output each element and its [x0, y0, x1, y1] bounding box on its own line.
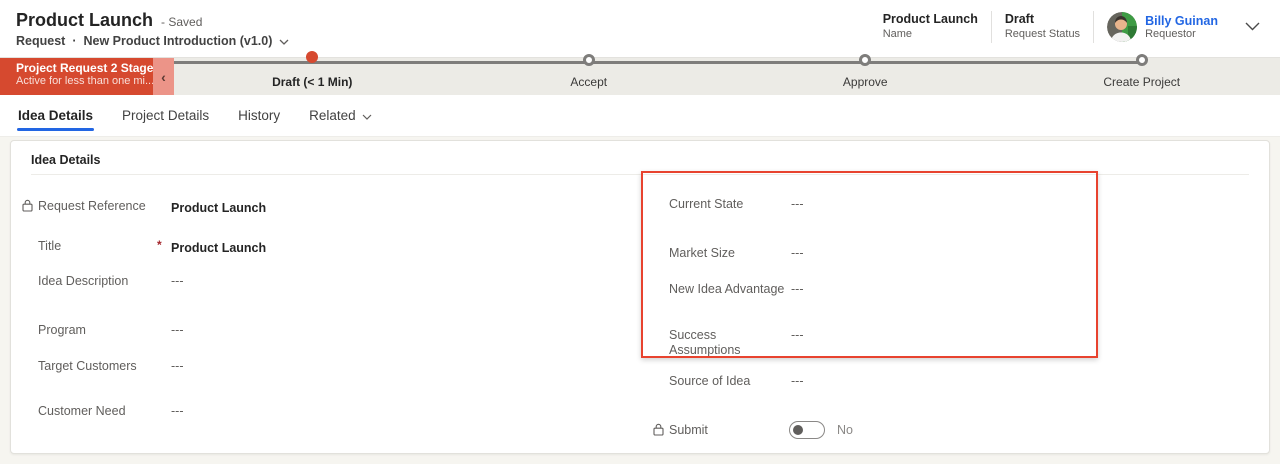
active-stage-duration: Active for less than one mi... [16, 75, 153, 87]
bpf-stage-create-project[interactable]: Create Project [1004, 54, 1280, 95]
bpf-stage-draft[interactable]: Draft (< 1 Min) [174, 51, 451, 95]
requestor-link[interactable]: Billy Guinan [1145, 14, 1218, 28]
submit-toggle[interactable]: No [789, 421, 853, 439]
bpf-track: Draft (< 1 Min) Accept Approve Create Pr… [174, 51, 1280, 95]
toggle-state-label: No [837, 422, 853, 437]
field-value[interactable]: --- [791, 246, 804, 261]
record-header-summary: Product Launch Name Draft Request Status [883, 10, 1264, 43]
lock-icon [653, 423, 664, 440]
business-process-flow: Project Request 2 Stage Active for less … [0, 51, 1280, 95]
field-value[interactable]: --- [171, 359, 184, 374]
required-asterisk: * [157, 238, 162, 252]
entity-name: Request [16, 34, 66, 48]
lock-icon [22, 199, 33, 216]
form-tab-bar: Idea Details Project Details History Rel… [0, 95, 1280, 137]
header-field-name: Product Launch Name [882, 12, 978, 40]
stage-circle-icon [1135, 54, 1148, 66]
field-source-of-idea: Source of Idea --- [669, 374, 804, 389]
field-current-state: Current State --- [669, 197, 804, 212]
section-title: Idea Details [31, 153, 101, 167]
header-field-request-status: Draft Request Status [1004, 12, 1081, 40]
field-submit: Submit No [653, 421, 1099, 439]
stage-circle-icon [859, 54, 872, 66]
field-customer-need: Customer Need --- [38, 404, 184, 419]
toggle-off-icon [789, 421, 825, 439]
field-value[interactable]: --- [791, 197, 804, 212]
divider [1093, 11, 1095, 43]
expand-header-chevron-icon[interactable] [1241, 14, 1264, 40]
field-value[interactable]: --- [791, 328, 804, 343]
field-value[interactable]: --- [171, 274, 184, 289]
field-value[interactable]: Product Launch [171, 201, 266, 216]
field-program: Program --- [38, 323, 184, 338]
tab-history[interactable]: History [237, 95, 281, 136]
field-value[interactable]: --- [791, 374, 804, 389]
header-field-requestor: Billy Guinan Requestor [1107, 12, 1218, 42]
field-success-assumptions: Success Assumptions --- [669, 328, 804, 357]
divider [990, 11, 992, 43]
separator-dot: · [72, 34, 77, 48]
collapse-stage-flyout-button[interactable]: ‹ [153, 58, 174, 95]
field-value[interactable]: Product Launch [171, 241, 266, 256]
record-header: Product Launch - Saved Request · New Pro… [0, 0, 1280, 57]
chevron-left-icon: ‹ [161, 68, 166, 85]
tab-idea-details[interactable]: Idea Details [17, 95, 95, 136]
process-name[interactable]: New Product Introduction (v1.0) [84, 34, 273, 48]
page-title: Product Launch [16, 10, 154, 30]
idea-details-section: Idea Details Request Reference Product L… [10, 140, 1270, 454]
field-target-customers: Target Customers --- [38, 359, 184, 374]
form-content: Idea Details Request Reference Product L… [0, 137, 1280, 464]
save-status: - Saved [161, 15, 203, 29]
field-market-size: Market Size --- [669, 246, 804, 261]
active-stage-banner[interactable]: Project Request 2 Stage Active for less … [0, 58, 174, 95]
field-new-idea-advantage: New Idea Advantage --- [669, 282, 804, 297]
requestor-avatar[interactable] [1107, 12, 1138, 42]
field-value[interactable]: --- [171, 323, 184, 338]
stage-active-marker-icon [306, 51, 319, 63]
field-value[interactable]: --- [791, 282, 804, 297]
field-title: Title * Product Launch [38, 238, 267, 256]
bpf-stage-accept[interactable]: Accept [451, 54, 728, 95]
tab-related[interactable]: Related [308, 95, 373, 136]
chevron-down-icon[interactable] [279, 34, 289, 48]
section-divider [31, 174, 1249, 175]
stage-circle-icon [582, 54, 595, 66]
bpf-stage-approve[interactable]: Approve [727, 54, 1004, 95]
active-stage-name: Project Request 2 Stage [16, 61, 153, 75]
chevron-down-icon [362, 108, 372, 123]
field-request-reference: Request Reference Product Launch [22, 199, 628, 216]
field-idea-description: Idea Description --- [38, 274, 184, 289]
record-header-left: Product Launch - Saved Request · New Pro… [16, 10, 289, 48]
tab-project-details[interactable]: Project Details [121, 95, 210, 136]
field-value[interactable]: --- [171, 404, 184, 419]
